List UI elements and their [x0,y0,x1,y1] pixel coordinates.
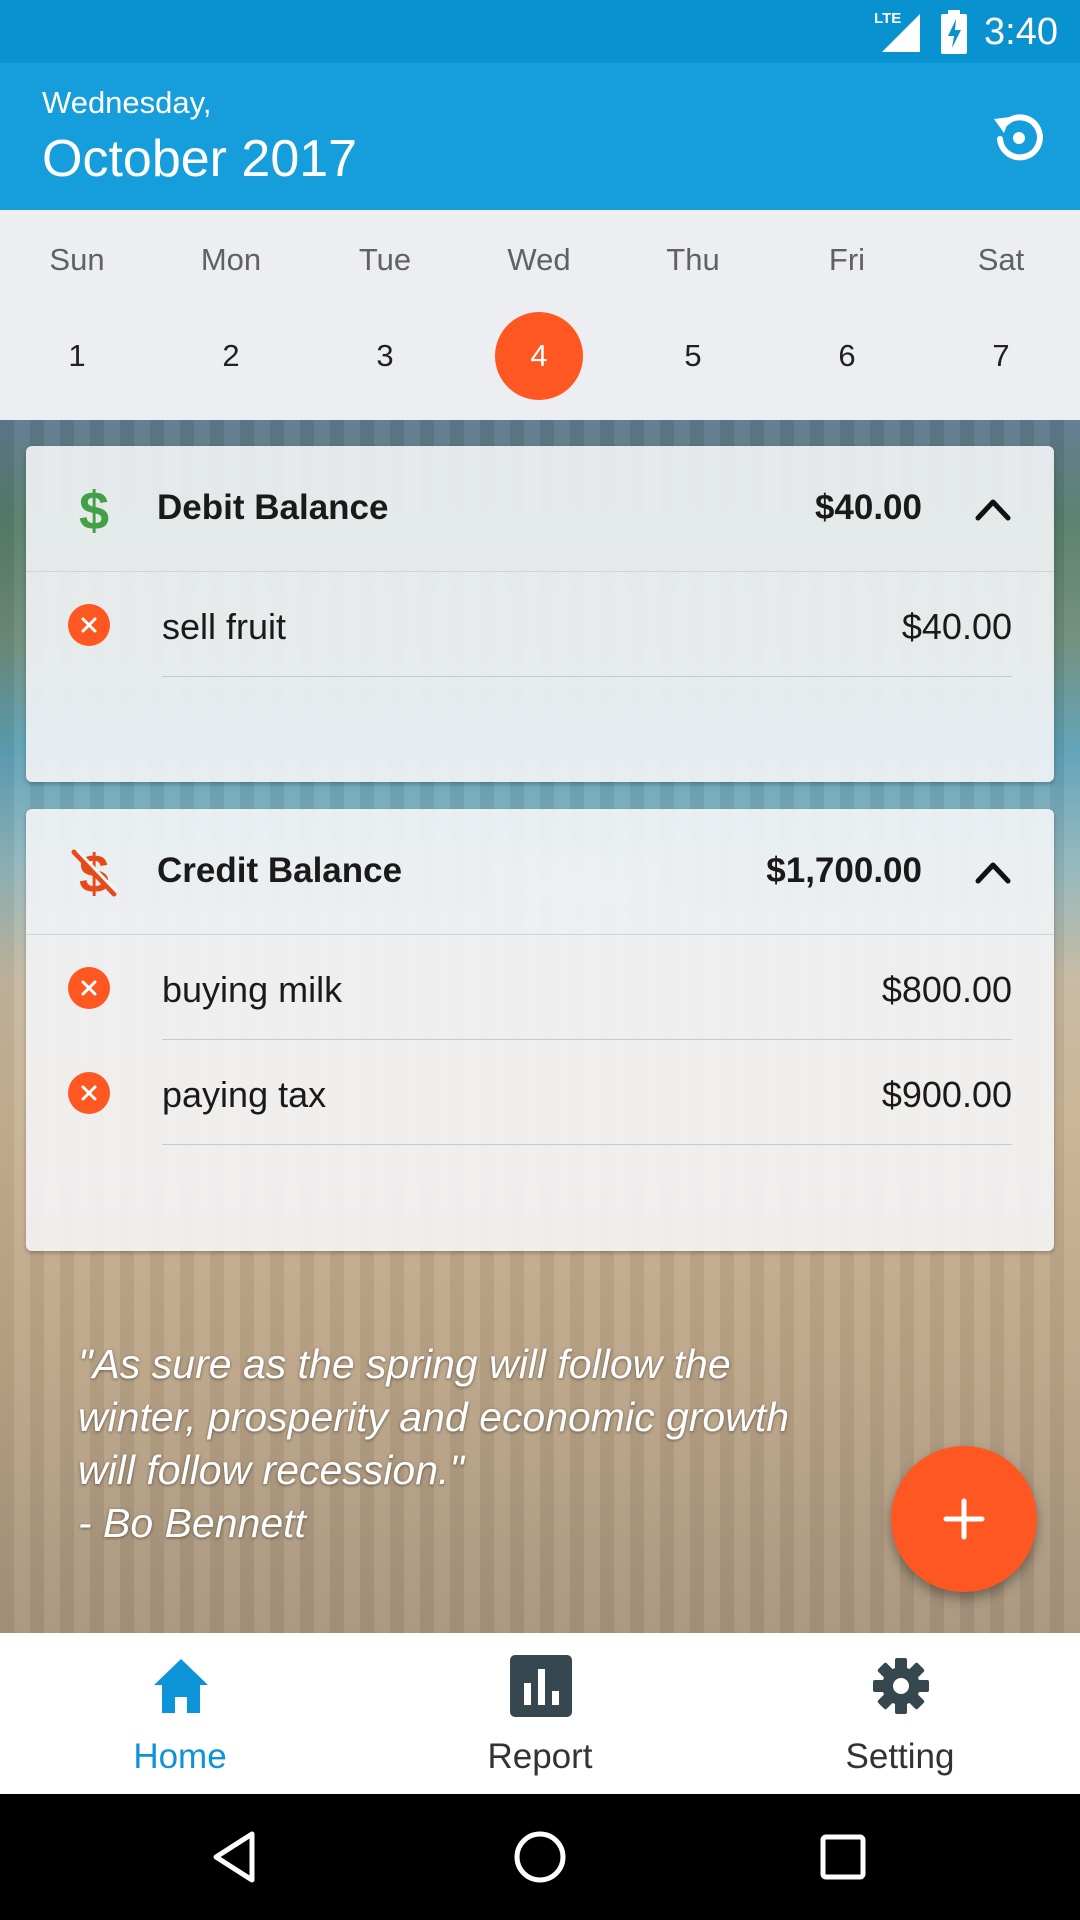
credit-title: Credit Balance [157,851,403,890]
day-name: Tue [358,242,412,277]
transaction-label: paying tax [162,1074,327,1115]
selected-day-number[interactable]: 4 [495,312,583,400]
remove-icon[interactable] [68,604,110,646]
network-type: LTE [874,10,902,27]
credit-card-header[interactable]: $ Credit Balance $1,700.00 [26,809,1054,935]
home-icon [154,1659,208,1713]
row-divider [162,1144,1012,1145]
day-number[interactable]: 7 [957,312,1045,400]
chevron-up-icon[interactable] [972,853,1014,889]
transaction-label: buying milk [162,969,343,1010]
header-month-year[interactable]: October 2017 [42,129,357,189]
day-name: Wed [507,242,571,277]
debit-total: $40.00 [814,488,922,527]
debit-balance-card: $ Debit Balance $40.00 sell fruit $40.00 [26,446,1054,782]
chevron-up-icon[interactable] [972,490,1014,526]
remove-icon[interactable] [68,967,110,1009]
bar-chart-icon [510,1655,572,1717]
credit-balance-card: $ Credit Balance $1,700.00 buying milk $… [26,809,1054,1251]
tab-label: Setting [845,1737,955,1776]
quote-text: "As sure as the spring will follow the w… [78,1341,790,1546]
week-strip: Sun 1 Mon 2 Tue 3 Wed 4 Thu 5 Fri 6 Sat … [0,210,1080,420]
day-name: Fri [828,242,866,277]
transaction-amount: $900.00 [881,1074,1012,1115]
tab-label: Home [133,1737,227,1776]
bottom-navigation: Home Report Setting [0,1633,1080,1794]
day-name: Mon [200,242,262,277]
row-divider [162,676,1012,677]
clock: 3:40 [984,10,1058,53]
tab-home[interactable]: Home [0,1633,360,1794]
credit-total: $1,700.00 [766,851,922,890]
debit-card-header[interactable]: $ Debit Balance $40.00 [26,446,1054,572]
remove-icon[interactable] [68,1072,110,1114]
home-circle-icon[interactable] [507,1824,573,1890]
system-nav-bar [0,1794,1080,1920]
day-number[interactable]: 6 [803,312,891,400]
add-transaction-button[interactable] [891,1446,1037,1592]
day-number[interactable]: 5 [649,312,737,400]
day-name: Thu [666,242,720,277]
transaction-label: sell fruit [162,606,287,647]
header-weekday: Wednesday, [42,85,212,120]
transaction-amount: $800.00 [881,969,1012,1010]
back-icon[interactable] [204,1824,270,1890]
day-number[interactable]: 1 [33,312,121,400]
transaction-row[interactable]: sell fruit $40.00 [26,572,1054,677]
debit-title: Debit Balance [157,488,389,527]
money-off-icon: $ [71,844,119,900]
recents-icon[interactable] [810,1824,876,1890]
plus-icon [943,1498,985,1540]
tab-report[interactable]: Report [360,1633,720,1794]
day-name: Sun [49,242,105,277]
battery-charging-icon [941,10,968,54]
status-bar: LTE 3:40 [0,0,1080,63]
tab-label: Report [487,1737,593,1776]
day-number[interactable]: 3 [341,312,429,400]
day-number[interactable]: 2 [187,312,275,400]
transaction-row[interactable]: paying tax $900.00 [26,1040,1054,1145]
svg-text:$: $ [79,481,109,537]
dollar-icon: $ [79,481,109,537]
tab-setting[interactable]: Setting [720,1633,1080,1794]
app-bar: Wednesday, October 2017 [0,63,1080,210]
transaction-row[interactable]: buying milk $800.00 [26,935,1054,1040]
day-name: Sat [977,242,1025,277]
gear-icon [873,1658,929,1714]
restore-icon[interactable] [986,105,1050,169]
transaction-amount: $40.00 [901,606,1012,647]
lte-signal-icon: LTE [874,8,924,56]
